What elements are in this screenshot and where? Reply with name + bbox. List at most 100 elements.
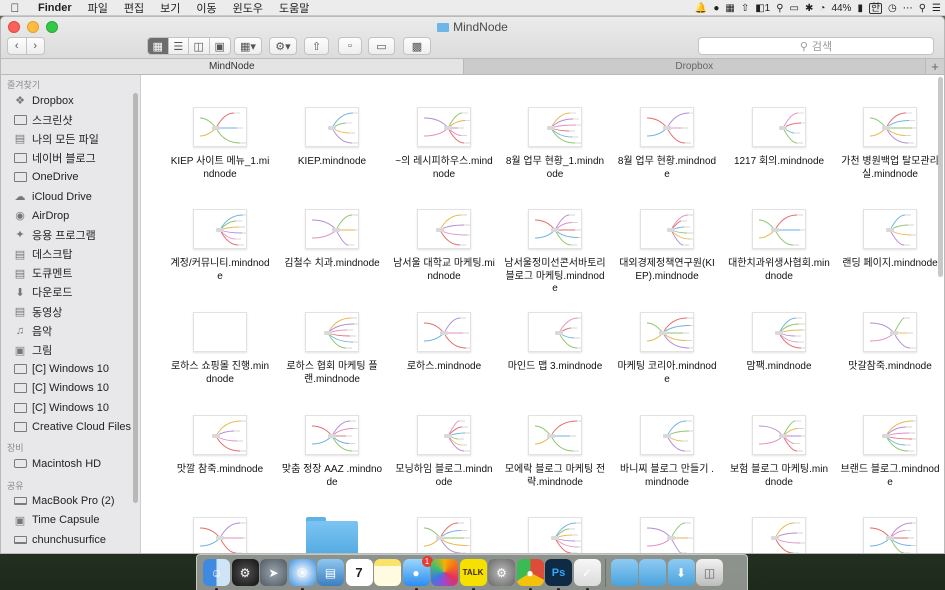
sidebar-item[interactable]: ▣ Time Capsule	[1, 511, 140, 530]
apple-menu-icon[interactable]: 	[0, 1, 30, 15]
file-item[interactable]: 대외경제정책연구원(KIEP).mindnode	[612, 209, 722, 283]
photoshop-icon[interactable]: Ps	[545, 559, 572, 590]
file-item[interactable]: 보험 블로그 마케팅.mindnode	[724, 415, 834, 489]
menu-window[interactable]: 윈도우	[225, 0, 271, 16]
spotlight-search-icon[interactable]: ⚲	[919, 3, 926, 14]
sidebar-item[interactable]: ▤ 데스크탑	[1, 245, 140, 264]
safari-icon[interactable]: ☉	[288, 559, 316, 590]
file-item[interactable]: 모닝하임 블로그.mindnode	[389, 415, 499, 489]
file-item[interactable]: 대한치과위생사협회.mindnode	[724, 209, 834, 283]
photos-icon[interactable]	[431, 559, 458, 586]
file-item[interactable]: 8월 업무 현황_1.mindnode	[500, 107, 610, 181]
messages-icon[interactable]: ● 1	[402, 556, 433, 590]
clock-icon[interactable]: ◷	[888, 3, 897, 14]
menu-edit[interactable]: 편집	[116, 0, 152, 16]
sidebar-item[interactable]: ☁ iCloud Drive	[1, 187, 140, 206]
file-item[interactable]: 로하스.mindnode	[389, 312, 499, 374]
tags-button[interactable]: ▭	[368, 37, 395, 55]
calendar-icon[interactable]: 7	[345, 559, 373, 586]
notification-bell-icon[interactable]: 🔔	[695, 3, 707, 14]
mindnode-icon[interactable]: ✓	[573, 559, 601, 590]
content-scrollbar[interactable]	[938, 77, 943, 277]
launchpad-icon[interactable]: ⚙	[231, 559, 259, 586]
kakao-status-icon[interactable]: ●	[713, 3, 719, 14]
file-item[interactable]: 서울 대학교 경제학 학	[389, 517, 499, 553]
file-item[interactable]: 블로그 포스팅	[277, 517, 387, 553]
file-item[interactable]: 랜딩 페이지.mindnode	[835, 209, 944, 271]
file-item[interactable]: 서울 대학교 경제학 학부	[500, 517, 610, 553]
tab-dropbox[interactable]: Dropbox	[463, 59, 927, 74]
arrange-button[interactable]: ▦▾	[234, 37, 262, 55]
notes-icon[interactable]	[374, 559, 401, 586]
file-item[interactable]: 맛갈참죽.mindnode	[835, 312, 944, 374]
battery-icon[interactable]: ▮	[857, 3, 863, 14]
airplay-icon[interactable]: ▭	[790, 3, 799, 14]
upload-status-icon[interactable]: ⇧	[741, 3, 749, 14]
file-item[interactable]: 모에락 블로그 마케팅 전략.mindnode	[500, 415, 610, 489]
sidebar-item[interactable]: MacBook Pro (2)	[1, 492, 140, 511]
sidebar-item[interactable]: OneDrive	[1, 168, 140, 187]
trash-icon[interactable]: ◫	[696, 559, 723, 586]
rocket-icon[interactable]: ➤	[260, 559, 287, 586]
coverflow-view-button[interactable]: ▣	[210, 38, 230, 54]
file-item[interactable]: 1217 회의.mindnode	[724, 107, 834, 169]
wifi-icon[interactable]: ◔	[819, 3, 825, 14]
photo-count-status[interactable]: ◧1	[755, 3, 770, 14]
search-field[interactable]: ⚲ 검색	[698, 37, 934, 55]
sidebar-item[interactable]: Creative Cloud Files	[1, 417, 140, 436]
sidebar-item[interactable]: ▤ 동영상	[1, 302, 140, 321]
file-item[interactable]: 가천 병원백업 탈모관리실.mindnode	[835, 107, 944, 181]
file-item[interactable]: 로하스 쇼핑몰 진행.mindnode	[165, 312, 275, 386]
image-status-icon[interactable]: ▦	[725, 3, 734, 14]
file-item[interactable]: 브이오티스.mindnode	[612, 517, 722, 553]
sidebar-item[interactable]: ▣ 그림	[1, 340, 140, 359]
file-item[interactable]: 브랜드 블로그.mindnode	[835, 415, 944, 489]
file-item[interactable]: KIEP 사이트 메뉴_1.mindnode	[165, 107, 275, 181]
file-item[interactable]: 맞춤 정장 AAZ .mindnode	[277, 415, 387, 489]
sidebar-scrollbar[interactable]	[133, 93, 138, 503]
kakaotalk-icon[interactable]: TALK	[459, 559, 487, 590]
system-preferences-icon[interactable]: ⚙	[488, 559, 515, 586]
documents-stack-icon[interactable]	[639, 559, 666, 586]
file-item[interactable]: 실제 피인 블로그 만들	[724, 517, 834, 553]
sidebar-item[interactable]: ▤ 나의 모든 파일	[1, 129, 140, 148]
menu-help[interactable]: 도움말	[271, 0, 317, 16]
list-view-button[interactable]: ☰	[169, 38, 189, 54]
file-item[interactable]: 1인도 아카데미 블로그	[835, 517, 944, 553]
file-item[interactable]: 마케팅 코리아.mindnode	[612, 312, 722, 386]
sidebar-item[interactable]: 스크린샷	[1, 110, 140, 129]
file-item[interactable]: 로하스 협회 마케팅 플랜.mindnode	[277, 312, 387, 386]
tab-mindnode[interactable]: MindNode	[1, 59, 464, 74]
sidebar-item[interactable]: ♫ 음악	[1, 321, 140, 340]
menu-file[interactable]: 파일	[80, 0, 116, 16]
more-icon[interactable]: ⋯	[903, 3, 913, 14]
sidebar-item[interactable]: 네이버 블로그	[1, 149, 140, 168]
file-item[interactable]: 8월 업무 현황.mindnode	[612, 107, 722, 181]
file-item[interactable]: 블로그 신규 진	[165, 517, 275, 553]
sidebar-item[interactable]: chunchusurfice	[1, 530, 140, 549]
sidebar-item[interactable]: ▤ 도큐멘트	[1, 264, 140, 283]
app-menu[interactable]: Finder	[30, 2, 80, 14]
file-item[interactable]: 바니찌 블로그 만들기 .mindnode	[612, 415, 722, 489]
column-view-button[interactable]: ◫	[189, 38, 210, 54]
file-item[interactable]: ~의 레시피하우스.mindnode	[389, 107, 499, 181]
file-item[interactable]: KIEP.mindnode	[277, 107, 387, 169]
finder-icon[interactable]: ☺	[203, 559, 230, 590]
menu-view[interactable]: 보기	[152, 0, 188, 16]
connect-button[interactable]: ▩	[403, 37, 431, 55]
file-item[interactable]: 마인드 맵 3.mindnode	[500, 312, 610, 374]
file-item[interactable]: 남서울정미선콘서바토리 블로그 마케팅.mindnode	[500, 209, 610, 296]
action-button[interactable]: ⚙▾	[269, 37, 297, 55]
applications-stack-icon[interactable]	[610, 559, 638, 586]
back-button[interactable]: ‹	[8, 38, 27, 54]
battery-percent[interactable]: 44%	[831, 3, 851, 14]
file-item[interactable]: 맛깔 참죽.mindnode	[165, 415, 275, 477]
file-item[interactable]: 남서울 대학교 마케팅.mindnode	[389, 209, 499, 283]
icon-view-button[interactable]: ▦	[148, 38, 169, 54]
share-button[interactable]: ⇧	[304, 37, 329, 55]
sidebar-item[interactable]: [C] Windows 10	[1, 360, 140, 379]
preview-icon[interactable]: ▤	[317, 559, 344, 586]
sidebar-item[interactable]: ✦ 응용 프로그램	[1, 225, 140, 244]
bluetooth-icon[interactable]: ✱	[805, 3, 813, 14]
sidebar-item[interactable]: ⬇ 다운로드	[1, 283, 140, 302]
